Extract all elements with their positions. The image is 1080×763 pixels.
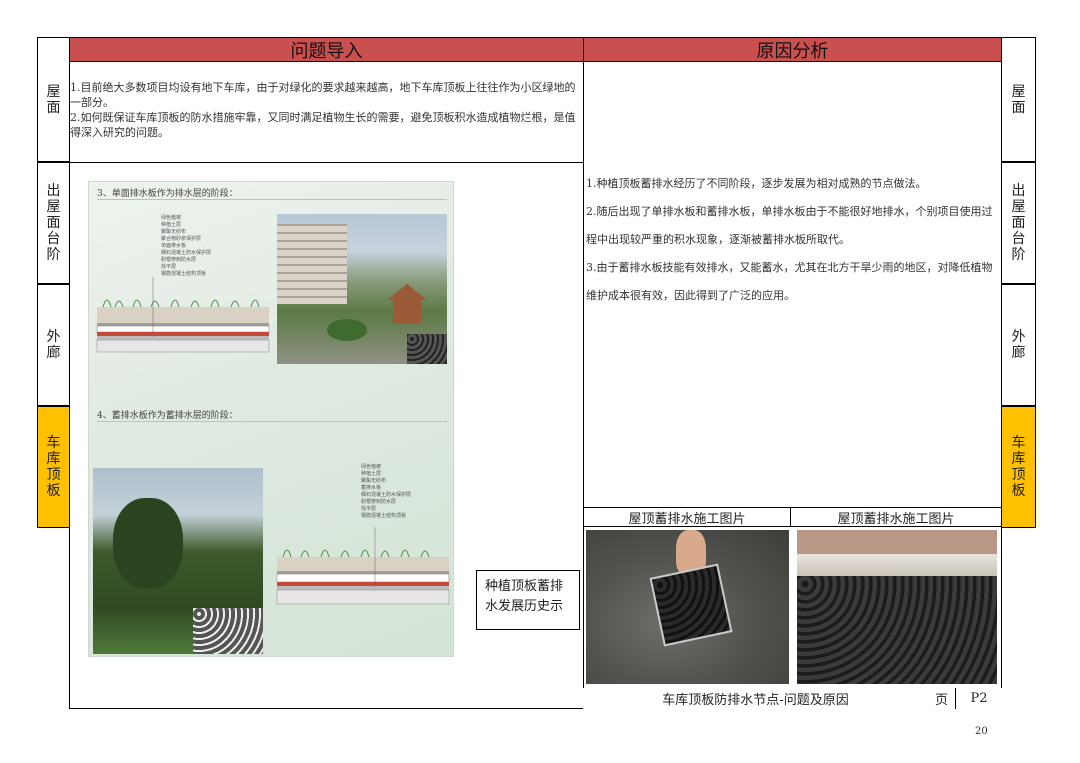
history-caption-box: 种植顶板蓄排水发展历史示: [476, 570, 580, 630]
left-tab-garage-roof[interactable]: 车库顶板: [37, 406, 70, 528]
cause-paragraph-1: 1.种植顶板蓄排水经历了不同阶段，逐步发展为相对成熟的节点做法。: [586, 177, 927, 190]
right-tab-corridor-label: 外廊: [1011, 329, 1026, 361]
doc-layer-label: 蓄排水板: [361, 485, 382, 491]
left-tab-roof[interactable]: 屋面: [37, 37, 70, 162]
page-number: 20: [975, 726, 988, 737]
doc-photo-courtyard: [277, 214, 447, 364]
photo-2-curb: [797, 554, 997, 576]
doc-photo-bush: [327, 319, 367, 341]
column-divider: [583, 37, 584, 709]
left-tab-corridor[interactable]: 外廊: [37, 284, 70, 406]
doc-layer-label: 绿色植被: [161, 215, 182, 221]
doc-section-3-title: 3、单面排水板作为排水层的阶段：: [97, 189, 238, 199]
doc-section-4-title: 4、蓄排水板作为蓄排水层的阶段：: [97, 411, 238, 421]
left-tab-stair[interactable]: 出屋面台阶: [37, 162, 70, 284]
photo-2-drainage-board: [797, 576, 997, 684]
right-tab-stair[interactable]: 出屋面台阶: [1001, 162, 1036, 284]
left-tab-roof-label: 屋面: [46, 83, 61, 116]
cause-text-block: 1.种植顶板蓄排水经历了不同阶段，逐步发展为相对成熟的节点做法。 2.随后出现了…: [586, 170, 996, 310]
right-tab-garage-roof[interactable]: 车库顶板: [1001, 406, 1036, 528]
left-tab-garage-roof-label: 车库顶板: [46, 435, 61, 499]
right-tab-roof[interactable]: 屋面: [1001, 37, 1036, 162]
doc-section-3-diagram: [96, 277, 270, 353]
photo-caption-1: 屋顶蓄排水施工图片: [583, 507, 791, 527]
doc-layer-label: 找平层: [161, 264, 177, 270]
doc-layer-label: 种植土层: [361, 471, 382, 477]
doc-layer-label: 耐根穿刺防水层: [161, 257, 197, 263]
footer-page-label: 页: [928, 688, 956, 709]
doc-layer-label: 细石混凝土防水保护层: [361, 492, 412, 498]
problem-text-divider: [69, 162, 584, 163]
right-tab-stair-label: 出屋面台阶: [1011, 183, 1026, 263]
doc-layer-list-bottom: 绿色植被 种植土层 聚酯无纺布 蓄排水板 细石混凝土防水保护层 耐根穿刺防水层 …: [361, 464, 441, 520]
left-tab-stair-label: 出屋面台阶: [46, 183, 61, 263]
photo-2-sky: [797, 530, 997, 554]
cause-paragraph-3: 3.由于蓄排水板技能有效排水，又能蓄水，尤其在北方干旱少雨的地区，对降低植物维护…: [586, 261, 993, 302]
problem-paragraph-1: 1.目前绝大多数项目均设有地下车库，由于对绿化的要求越来越高，地下车库顶板上往往…: [70, 81, 576, 109]
doc-photo-tree: [113, 498, 183, 588]
doc-layer-label: 聚合物砂浆保护层: [161, 236, 202, 242]
doc-layer-label: 细石混凝土防水保护层: [161, 250, 212, 256]
doc-photo-drainage-board: [407, 334, 447, 364]
doc-section-3-rule: [97, 199, 447, 200]
doc-layer-label: 绿色植被: [361, 464, 382, 470]
doc-layer-label: 单面排水板: [161, 243, 187, 249]
footer-title: 车库顶板防排水节点-问题及原因: [583, 688, 929, 709]
doc-photo-building: [277, 224, 347, 304]
right-tab-corridor[interactable]: 外廊: [1001, 284, 1036, 406]
cause-header: 原因分析: [583, 37, 1002, 62]
left-tab-corridor-label: 外廊: [46, 329, 61, 361]
construction-photo-2: [797, 530, 997, 684]
doc-section-4-diagram: [276, 527, 450, 605]
doc-photo-pavilion: [387, 284, 427, 324]
cause-paragraph-2: 2.随后出现了单排水板和蓄排水板，单排水板由于不能很好地排水，个别项目使用过程中…: [586, 205, 993, 246]
doc-layer-list-top: 绿色植被 种植土层 聚酯无纺布 聚合物砂浆保护层 单面排水板 细石混凝土防水保护…: [161, 215, 223, 278]
doc-layer-label: 钢筋混凝土结构顶板: [361, 513, 407, 519]
right-tab-roof-label: 屋面: [1011, 83, 1026, 116]
problem-header: 问题导入: [69, 37, 584, 62]
photo-1-drainage-cell: [649, 563, 733, 647]
doc-layer-label: 聚酯无纺布: [361, 478, 387, 484]
doc-photo-drainage-grid: [193, 608, 263, 654]
doc-section-4-rule: [97, 421, 447, 422]
footer-page-value: P2: [956, 688, 1002, 709]
doc-layer-label: 找平层: [361, 506, 377, 512]
doc-layer-label: 耐根穿刺防水层: [361, 499, 397, 505]
doc-photo-park: [93, 468, 263, 654]
construction-photo-1: [586, 530, 789, 684]
history-caption-text: 种植顶板蓄排水发展历史示: [485, 579, 564, 614]
photo-caption-2: 屋顶蓄排水施工图片: [790, 507, 1002, 527]
problem-paragraph-2: 2.如何既保证车库顶板的防水措施牢靠，又同时满足植物生长的需要，避免顶板积水造成…: [70, 111, 576, 139]
history-document-image: 3、单面排水板作为排水层的阶段： 绿色植被 种植土层 聚酯无纺布 聚合物砂浆保护…: [88, 181, 454, 657]
problem-text-block: 1.目前绝大多数项目均设有地下车库，由于对绿化的要求越来越高，地下车库顶板上往往…: [70, 80, 580, 140]
right-tab-garage-roof-label: 车库顶板: [1011, 435, 1026, 499]
doc-layer-label: 种植土层: [161, 222, 182, 228]
doc-layer-label: 聚酯无纺布: [161, 229, 187, 235]
